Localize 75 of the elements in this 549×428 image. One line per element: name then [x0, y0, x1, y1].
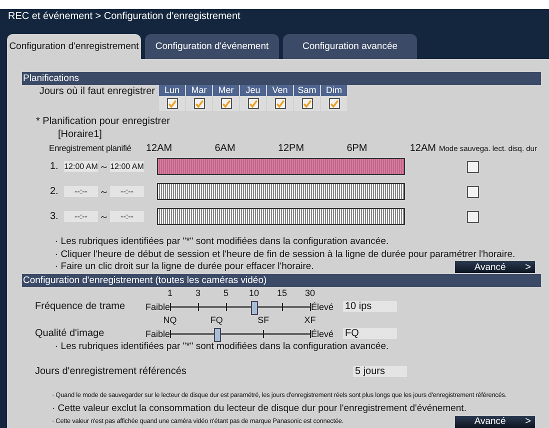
- tick-label: SF: [258, 314, 270, 324]
- time-label: 12PM: [278, 142, 304, 154]
- day-header: Mer: [213, 85, 239, 96]
- field-label: Qualité d'image: [34, 328, 106, 339]
- column-label: Enregistrement planifié: [49, 143, 132, 153]
- advanced-button[interactable]: Avancé >: [455, 416, 535, 428]
- note-text: · Les rubriques identifiées par "*" sont modifiées dans la configuration avancée.: [55, 340, 390, 353]
- checkbox[interactable]: [302, 98, 312, 109]
- tab[interactable]: Configuration avancée: [283, 34, 417, 59]
- time-field[interactable]: --:--: [110, 186, 144, 197]
- scale-label: Élevé: [310, 302, 335, 312]
- separator-text: ～: [99, 186, 109, 198]
- separator-text: ～: [99, 160, 109, 174]
- field-label: * Planification pour enregistrer: [36, 116, 171, 127]
- time-field[interactable]: 12:00 AM: [110, 161, 144, 172]
- checkbox[interactable]: [466, 210, 478, 222]
- day-header: Sam: [294, 85, 320, 96]
- slider-thumb[interactable]: [251, 300, 258, 314]
- value-field: 5 jours: [353, 366, 407, 377]
- field-label: Fréquence de trame: [34, 301, 126, 312]
- checkbox[interactable]: [166, 98, 178, 109]
- tick-label: NQ: [163, 314, 177, 324]
- checkbox[interactable]: [466, 160, 478, 172]
- tick-label: FQ: [210, 314, 223, 324]
- section-header: Planifications: [22, 72, 541, 85]
- field-label: Jours où il faut enregistrer: [38, 86, 156, 97]
- time-label: 6PM: [346, 142, 368, 154]
- schedule-bar[interactable]: [157, 208, 405, 225]
- tick-label: 1: [168, 288, 172, 298]
- scale-label: Faible: [144, 328, 170, 338]
- tick-label: 30: [305, 288, 315, 298]
- checkbox[interactable]: [248, 98, 258, 109]
- time-field[interactable]: --:--: [64, 186, 98, 197]
- advanced-button[interactable]: Avancé >: [455, 261, 535, 274]
- note-text: · Les rubriques identifiées par "*" sont modifiées dans la configuration avancée.: [55, 236, 390, 248]
- section-header: Configuration d'enregistrement (toutes les caméras vidéo): [22, 274, 541, 286]
- tab[interactable]: Configuration d'enregistrement: [7, 34, 141, 59]
- row-number: 1.: [50, 161, 60, 172]
- tab[interactable]: Configuration d'événement: [145, 34, 279, 59]
- time-label: 12AM: [410, 142, 436, 154]
- time-field[interactable]: 12:00 AM: [64, 161, 98, 172]
- day-header: Jeu: [240, 85, 266, 96]
- tick-label: 15: [277, 288, 287, 298]
- schedule-bar[interactable]: [157, 183, 405, 200]
- time-label: 6AM: [214, 142, 236, 154]
- time-field[interactable]: --:--: [110, 211, 144, 222]
- note-text: · Faire un clic droit sur la ligne de durée pour effacer l'horaire.: [55, 261, 314, 274]
- checkbox[interactable]: [328, 98, 340, 109]
- value-field: FQ: [343, 328, 397, 339]
- checkbox[interactable]: [274, 98, 286, 109]
- scale-label: Faible: [144, 302, 170, 312]
- time-field[interactable]: --:--: [64, 211, 98, 222]
- row-number: 3.: [50, 211, 60, 222]
- day-header: Lun: [159, 85, 185, 96]
- tick-label: 3: [196, 288, 200, 298]
- checkbox[interactable]: [220, 98, 232, 109]
- slider-thumb[interactable]: [214, 328, 221, 342]
- day-header: Dim: [321, 85, 347, 96]
- tick-label: 10: [249, 288, 259, 298]
- scale-label: Élevé: [310, 328, 335, 338]
- value-field: 10 ips: [343, 301, 397, 312]
- schedule-name: [Horaire1]: [58, 129, 103, 140]
- day-header: Mar: [186, 85, 212, 96]
- row-number: 2.: [50, 186, 60, 197]
- tick-label: 5: [224, 288, 228, 298]
- field-label: Jours d'enregistrement référencés: [34, 366, 188, 377]
- note-text: · Cliquer l'heure de début de session et l'heure de fin de session à la ligne de durée pour paramétrer l'horaire.: [55, 248, 516, 261]
- time-label: 12AM: [146, 142, 172, 154]
- note-text: · Cette valeur exclut la consommation du lecteur de disque dur pour l'enregistrement d'événement.: [52, 402, 468, 415]
- checkbox[interactable]: [466, 186, 478, 198]
- day-header: Ven: [267, 85, 293, 96]
- separator-text: ～: [99, 210, 109, 224]
- tick-label: XF: [304, 314, 316, 324]
- breadcrumb: REC et événement > Configuration d'enregistrement: [7, 10, 242, 24]
- checkbox[interactable]: [194, 98, 204, 109]
